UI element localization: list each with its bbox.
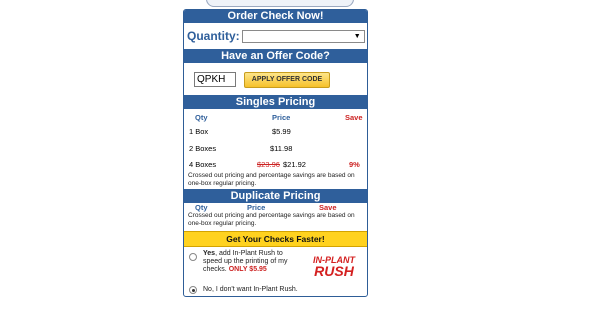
rush-no-radio[interactable]: [189, 286, 197, 294]
rush-yes-label: Yes, add In-Plant Rush to speed up the p…: [203, 250, 303, 274]
rush-no-label: No, I don't want In-Plant Rush.: [203, 286, 298, 293]
singles-col-qty: Qty: [195, 113, 208, 122]
rush-yes-price: ONLY $5.95: [228, 266, 267, 273]
singles-col-save: Save: [345, 113, 363, 122]
singles-note: Crossed out pricing and percentage savin…: [188, 172, 355, 187]
rush-header: Get Your Checks Faster!: [184, 231, 367, 247]
offer-code-input[interactable]: QPKH: [194, 72, 236, 87]
offer-code-header: Have an Offer Code?: [184, 49, 367, 63]
singles-row-price: $11.98: [270, 144, 293, 153]
singles-row-save: 9%: [349, 160, 360, 169]
duplicate-pricing-table: Qty Price Save: [184, 203, 367, 212]
singles-col-price: Price: [272, 113, 291, 122]
logo-line2: RUSH: [314, 263, 355, 279]
order-panel: Order Check Now! Quantity: ▼ Have an Off…: [183, 9, 368, 297]
rush-options: Yes, add In-Plant Rush to speed up the p…: [184, 247, 367, 295]
duplicate-pricing-header: Duplicate Pricing: [184, 189, 367, 203]
apply-offer-code-button[interactable]: APPLY OFFER CODE: [244, 72, 330, 88]
rush-yes-bold: Yes: [203, 250, 216, 257]
duplicate-col-price: Price: [247, 203, 266, 212]
order-header: Order Check Now!: [184, 10, 367, 23]
quantity-row: Quantity: ▼: [184, 23, 367, 49]
duplicate-note: Crossed out pricing and percentage savin…: [188, 212, 355, 227]
singles-pricing-table: Qty Price Save 1 Box $5.99 2 Boxes $11.9…: [184, 109, 367, 189]
quantity-label: Quantity:: [187, 29, 240, 43]
singles-row-qty: 1 Box: [189, 127, 209, 136]
rush-yes-radio[interactable]: [189, 253, 197, 261]
duplicate-col-qty: Qty: [195, 203, 208, 212]
dropdown-arrow-icon: ▼: [353, 32, 361, 40]
singles-pricing-header: Singles Pricing: [184, 95, 367, 109]
singles-row-price: $5.99: [272, 127, 291, 136]
singles-row-old-price: $23.96: [257, 160, 280, 169]
in-plant-rush-logo: IN-PLANT RUSH: [313, 255, 356, 279]
duplicate-col-save: Save: [319, 203, 337, 212]
quantity-select[interactable]: ▼: [241, 29, 365, 43]
offer-code-row: QPKH APPLY OFFER CODE: [184, 63, 367, 95]
singles-row-qty: 2 Boxes: [189, 144, 217, 153]
singles-row-qty: 4 Boxes: [189, 160, 217, 169]
top-tab-decoration: [206, 0, 354, 7]
singles-row-price: $21.92: [283, 160, 306, 169]
